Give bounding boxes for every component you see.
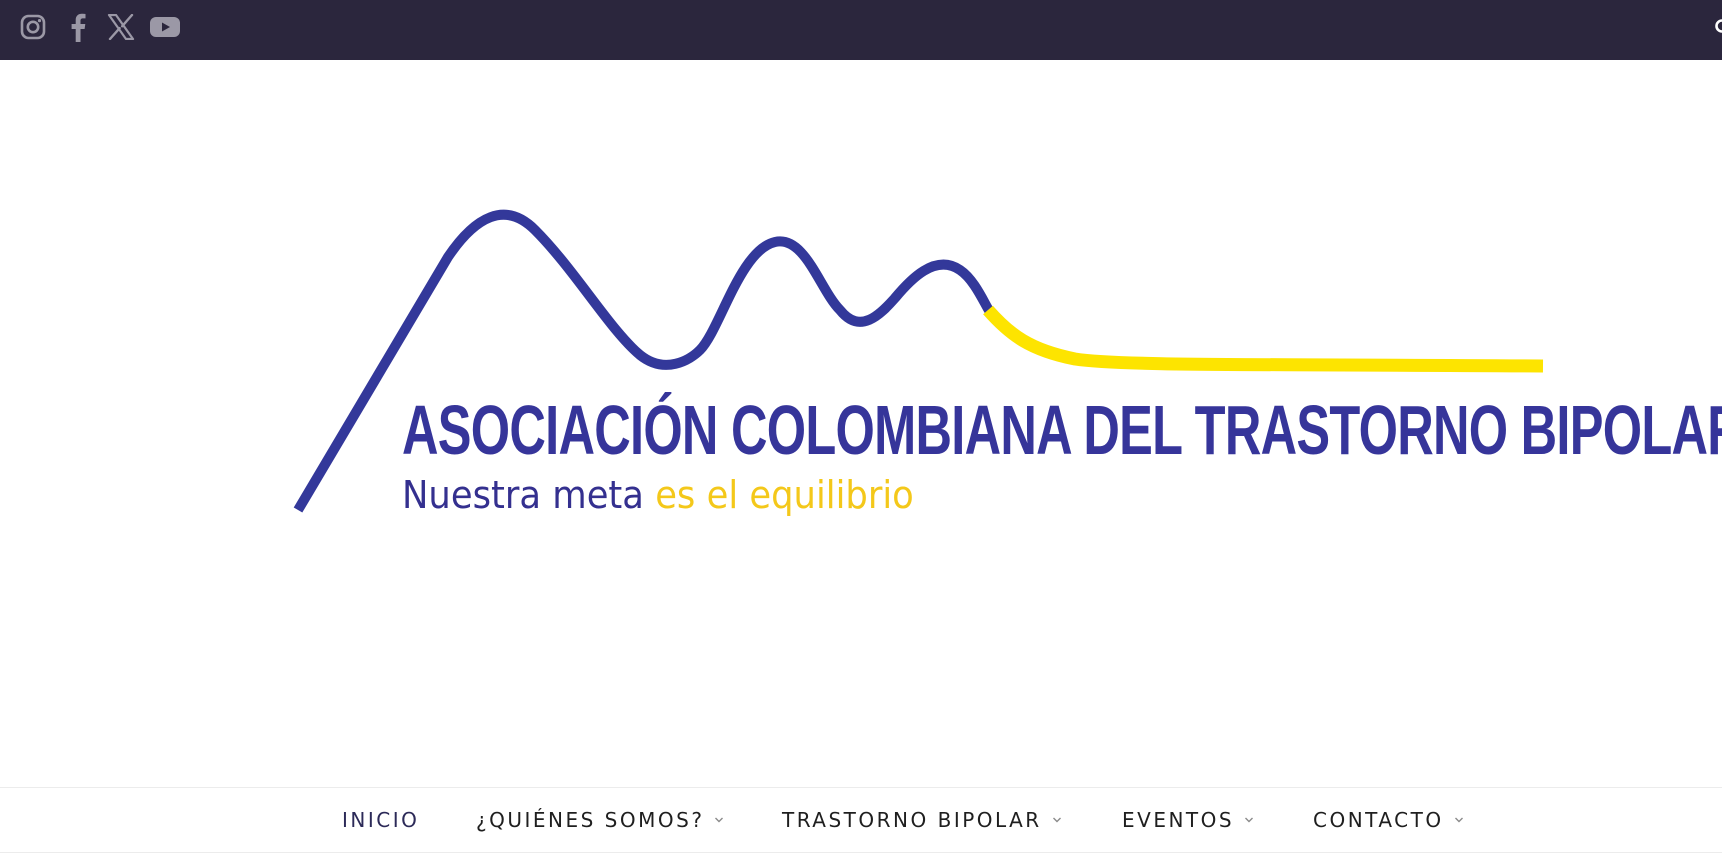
youtube-icon	[150, 17, 180, 37]
search-icon	[1715, 19, 1722, 33]
nav-item-label: TRASTORNO BIPOLAR	[782, 808, 1042, 832]
site-header: ASOCIACIÓN COLOMBIANA DEL TRASTORNO BIPO…	[0, 60, 1722, 787]
nav-item-inicio[interactable]: INICIO	[342, 808, 419, 832]
logo-tagline: Nuestra meta es el equilibrio	[402, 473, 914, 517]
top-bar	[0, 0, 1722, 60]
chevron-down-icon	[715, 817, 724, 823]
nav-item-contacto[interactable]: CONTACTO	[1313, 808, 1464, 832]
nav-item-label: ¿QUIÉNES SOMOS?	[476, 808, 705, 832]
chevron-down-icon	[1052, 817, 1061, 823]
social-links	[16, 10, 182, 44]
youtube-link[interactable]	[148, 10, 182, 44]
logo-wave-yellow-line	[983, 305, 1544, 373]
x-twitter-icon	[107, 14, 135, 40]
instagram-link[interactable]	[16, 10, 50, 44]
logo-title: ASOCIACIÓN COLOMBIANA DEL TRASTORNO BIPO…	[402, 391, 1722, 469]
tagline-part-yellow: es el equilibrio	[655, 473, 914, 517]
nav-item-eventos[interactable]: EVENTOS	[1122, 808, 1254, 832]
nav-menu: INICIO ¿QUIÉNES SOMOS? TRASTORNO BIPOLAR…	[0, 788, 1722, 852]
chevron-down-icon	[1454, 817, 1463, 823]
nav-item-quienes-somos[interactable]: ¿QUIÉNES SOMOS?	[476, 808, 724, 832]
nav-item-label: INICIO	[342, 808, 420, 832]
facebook-link[interactable]	[60, 10, 94, 44]
nav-item-label: CONTACTO	[1313, 808, 1444, 832]
main-navigation: INICIO ¿QUIÉNES SOMOS? TRASTORNO BIPOLAR…	[0, 787, 1722, 853]
instagram-icon	[20, 14, 46, 40]
search-button[interactable]	[1714, 18, 1722, 36]
x-link[interactable]	[104, 10, 138, 44]
nav-item-trastorno-bipolar[interactable]: TRASTORNO BIPOLAR	[782, 808, 1062, 832]
tagline-part-blue: Nuestra meta	[402, 473, 644, 517]
facebook-icon	[71, 13, 86, 42]
nav-item-label: EVENTOS	[1122, 808, 1235, 832]
chevron-down-icon	[1245, 817, 1254, 823]
